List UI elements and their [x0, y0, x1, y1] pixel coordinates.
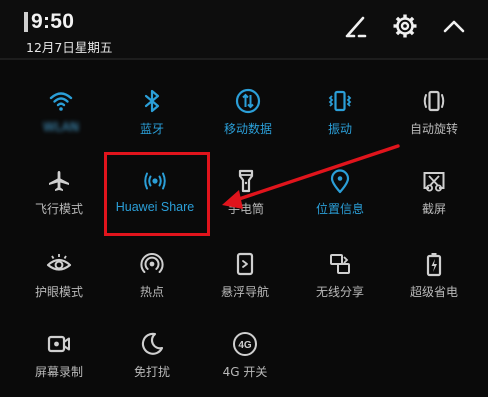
clock: 9:50: [24, 10, 74, 34]
chevron-up-icon: [443, 20, 465, 33]
vibrate-icon: [327, 88, 353, 114]
tile-label: 热点: [139, 285, 164, 299]
highlight-box: [104, 152, 210, 236]
tile-label: 移动数据: [223, 122, 272, 136]
battery-icon: [421, 251, 447, 277]
tile-label: 位置信息: [315, 202, 364, 216]
collapse-button[interactable]: [440, 12, 468, 40]
tile-mobile-data[interactable]: 移动数据: [200, 82, 296, 154]
svg-text:4G: 4G: [238, 340, 252, 351]
tile-label: 蓝牙: [139, 122, 164, 136]
tile-hotspot[interactable]: 热点: [104, 245, 200, 317]
location-pin-icon: [327, 168, 353, 194]
tile-wifi[interactable]: WLAN: [13, 82, 109, 154]
tile-label: 截屏: [421, 202, 446, 216]
tile-flashlight[interactable]: 手电筒: [198, 162, 294, 234]
tile-label: 护眼模式: [34, 285, 83, 299]
wifi-icon: [48, 88, 74, 114]
wireless-share-icon: [327, 251, 353, 277]
tile-label: 飞行模式: [34, 202, 83, 216]
tile-label: 免打扰: [133, 365, 170, 379]
screen-record-icon: [46, 331, 72, 357]
tile-airplane[interactable]: 飞行模式: [11, 162, 107, 234]
gear-icon: [393, 14, 417, 38]
tile-bluetooth[interactable]: 蓝牙: [104, 82, 200, 154]
tile-label: 悬浮导航: [220, 285, 269, 299]
header-divider: [0, 58, 488, 60]
eye-icon: [46, 251, 72, 277]
screenshot-scissors-icon: [421, 168, 447, 194]
edit-button[interactable]: [342, 12, 370, 40]
4g-icon: 4G: [232, 331, 258, 357]
date-display: 12月7日星期五: [26, 40, 113, 55]
moon-icon: [139, 331, 165, 357]
edit-pencil-icon: [345, 16, 367, 38]
tile-screenshot[interactable]: 截屏: [386, 162, 482, 234]
settings-button[interactable]: [391, 12, 419, 40]
hotspot-icon: [139, 251, 165, 277]
tile-vibrate[interactable]: 振动: [292, 82, 388, 154]
tile-label: WLAN: [42, 120, 79, 134]
tile-label: 振动: [327, 122, 352, 136]
tile-location[interactable]: 位置信息: [292, 162, 388, 234]
tile-floating-nav[interactable]: 悬浮导航: [197, 245, 293, 317]
mobile-data-icon: [235, 88, 261, 114]
status-header: 9:50 12月7日星期五: [0, 0, 488, 58]
flashlight-icon: [233, 168, 259, 194]
tile-4g-switch[interactable]: 4G 4G 开关: [197, 325, 293, 397]
tile-label: 超级省电: [409, 285, 458, 299]
tile-label: 自动旋转: [409, 122, 458, 136]
auto-rotate-icon: [421, 88, 447, 114]
bluetooth-icon: [139, 88, 165, 114]
tile-label: 屏幕录制: [34, 365, 83, 379]
tile-do-not-disturb[interactable]: 免打扰: [104, 325, 200, 397]
tile-power-saver[interactable]: 超级省电: [386, 245, 482, 317]
tile-label: 4G 开关: [222, 365, 268, 379]
tile-wireless-share[interactable]: 无线分享: [292, 245, 388, 317]
tile-screen-record[interactable]: 屏幕录制: [11, 325, 107, 397]
tile-label: 无线分享: [315, 285, 364, 299]
time-display: 9:50: [31, 10, 75, 33]
tile-label: 手电筒: [227, 202, 264, 216]
status-indicator-bar: [24, 12, 28, 32]
tile-auto-rotate[interactable]: 自动旋转: [386, 82, 482, 154]
tile-eye-comfort[interactable]: 护眼模式: [11, 245, 107, 317]
floating-nav-icon: [232, 251, 258, 277]
airplane-icon: [46, 168, 72, 194]
